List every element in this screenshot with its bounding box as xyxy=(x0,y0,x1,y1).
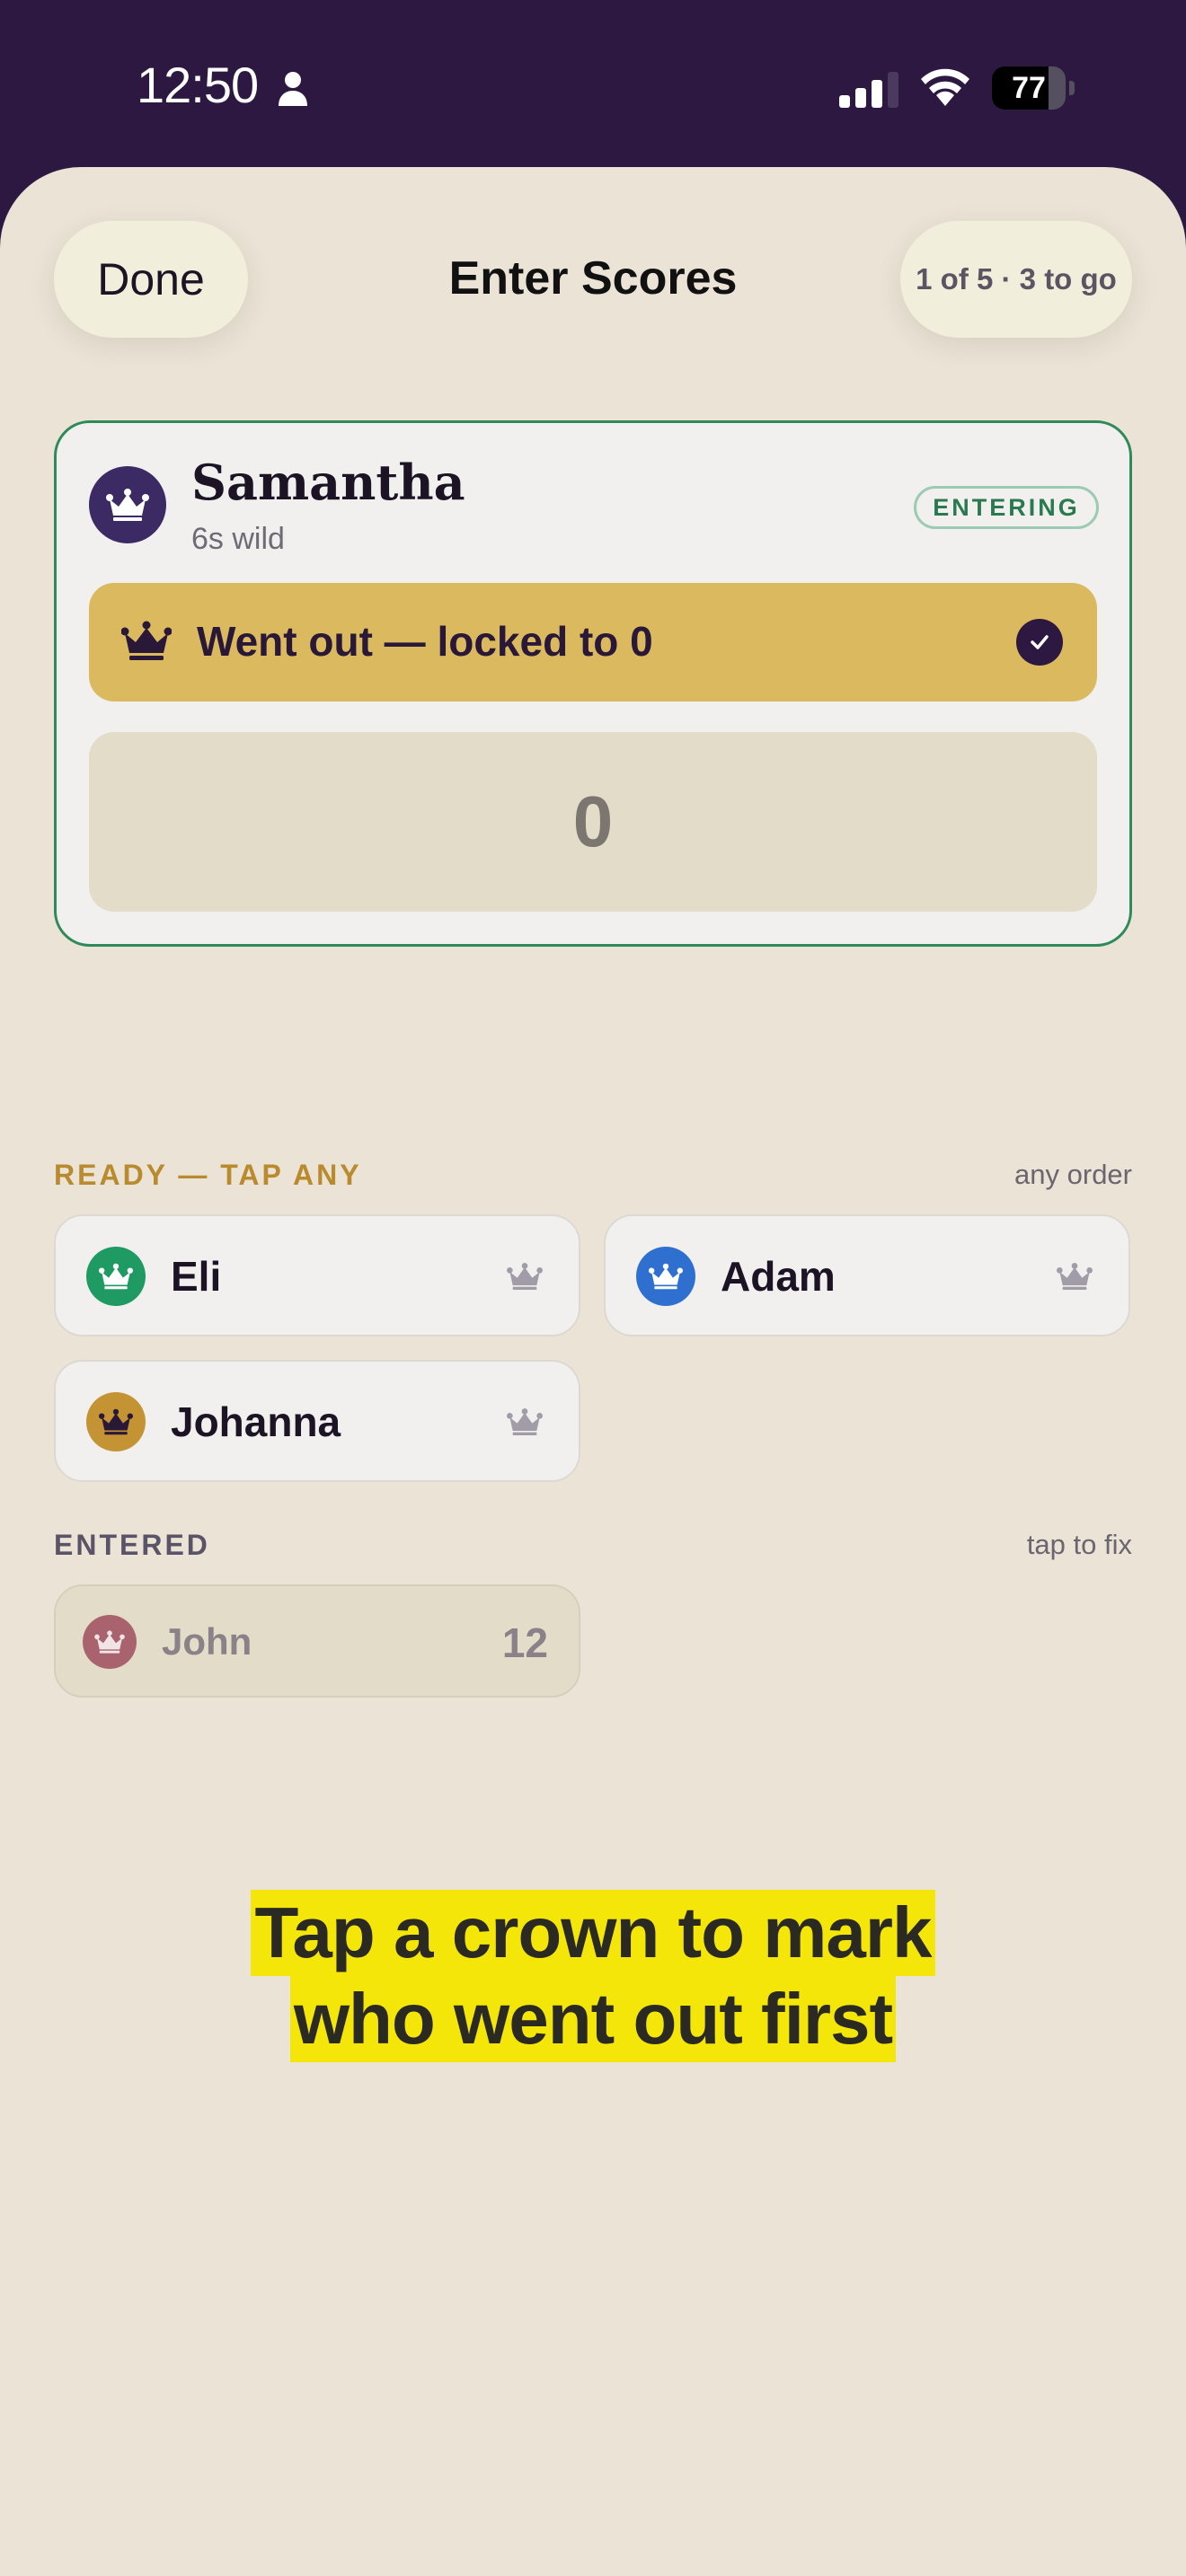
player-avatar xyxy=(83,1615,137,1669)
player-tile-johanna[interactable]: Johanna xyxy=(54,1360,580,1482)
player-score: 12 xyxy=(501,1619,548,1666)
battery-icon: 77 xyxy=(992,66,1075,110)
crown-icon xyxy=(649,1263,683,1290)
person-icon xyxy=(279,72,307,106)
enter-scores-sheet: Done Enter Scores 1 of 5 · 3 to go Saman… xyxy=(0,167,1186,2576)
score-input[interactable]: 0 xyxy=(89,732,1097,912)
player-tile-eli[interactable]: Eli xyxy=(54,1214,580,1337)
player-avatar xyxy=(86,1247,146,1306)
cellular-signal-icon xyxy=(839,72,898,108)
went-out-crown-icon[interactable] xyxy=(507,1261,543,1292)
player-avatar xyxy=(86,1392,146,1451)
progress-pill: 1 of 5 · 3 to go xyxy=(900,221,1132,338)
crown-icon xyxy=(99,1408,133,1435)
entered-section-label: ENTERED xyxy=(54,1529,210,1561)
player-avatar xyxy=(89,466,166,543)
crown-icon xyxy=(94,1630,125,1654)
player-name: Eli xyxy=(171,1253,222,1300)
went-out-crown-icon[interactable] xyxy=(507,1407,543,1437)
went-out-label: Went out — locked to 0 xyxy=(197,618,653,665)
player-subtitle: 6s wild xyxy=(191,522,285,556)
status-badge: ENTERING xyxy=(914,486,1099,529)
player-tile-adam[interactable]: Adam xyxy=(604,1214,1130,1337)
crown-icon xyxy=(121,621,172,660)
status-bar: 12:50 77 xyxy=(0,0,1186,171)
entered-player-tile-john[interactable]: John 12 xyxy=(54,1584,580,1698)
crown-icon xyxy=(106,489,149,521)
player-name: John xyxy=(162,1620,252,1663)
player-name: Samantha xyxy=(191,454,465,511)
player-name: Johanna xyxy=(171,1398,341,1445)
hint-caption: Tap a crown to mark who went out first xyxy=(0,1890,1186,2062)
caption-line-1: Tap a crown to mark xyxy=(251,1890,935,1976)
wifi-icon xyxy=(921,68,969,106)
ready-section-hint: any order xyxy=(1014,1159,1132,1190)
ready-section-label: READY — TAP ANY xyxy=(54,1159,362,1191)
caption-line-2: who went out first xyxy=(289,1976,897,2062)
went-out-toggle[interactable]: Went out — locked to 0 xyxy=(89,583,1097,701)
checkmark-icon xyxy=(1016,619,1063,666)
crown-icon xyxy=(99,1263,133,1290)
player-avatar xyxy=(636,1247,695,1306)
status-time: 12:50 xyxy=(137,57,259,113)
battery-level: 77 xyxy=(1012,71,1046,105)
player-name: Adam xyxy=(721,1253,836,1300)
active-player-card[interactable]: Samantha 6s wild ENTERING Went out — loc… xyxy=(54,420,1132,947)
entered-section-hint: tap to fix xyxy=(1026,1529,1132,1560)
went-out-crown-icon[interactable] xyxy=(1057,1261,1093,1292)
